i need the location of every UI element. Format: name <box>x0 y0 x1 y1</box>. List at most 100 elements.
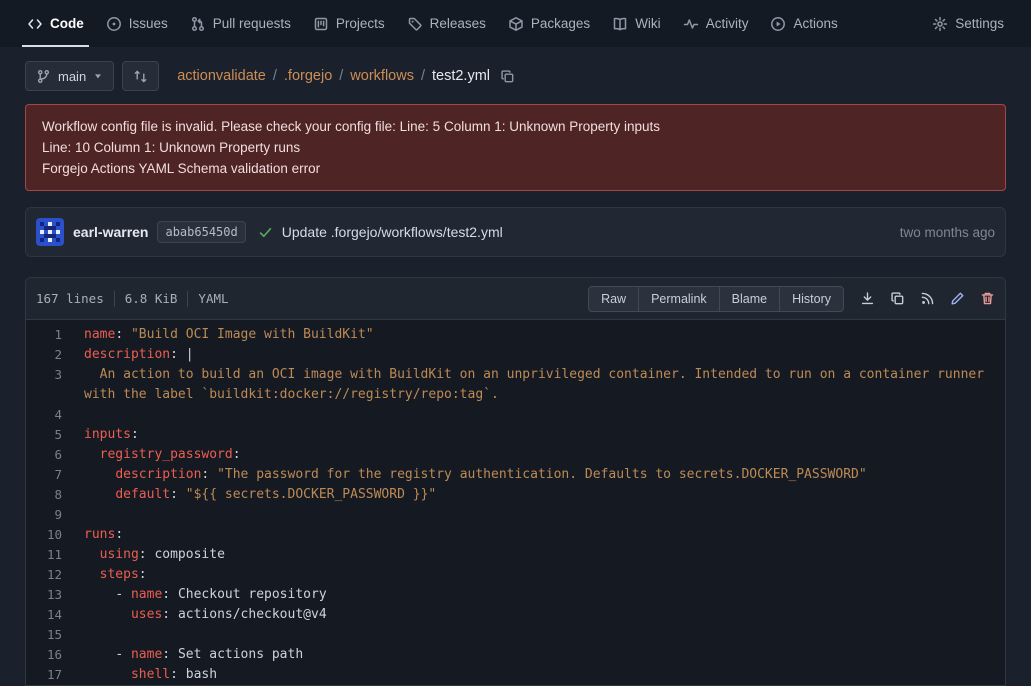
view-button-permalink[interactable]: Permalink <box>638 286 720 312</box>
code-line-content: - name: Checkout repository <box>84 585 1005 605</box>
tab-label: Actions <box>793 16 837 31</box>
commit-time: two months ago <box>900 225 995 240</box>
file-size: 6.8 KiB <box>125 291 178 306</box>
tab-label: Code <box>50 16 84 31</box>
code-line-content: inputs: <box>84 425 1005 445</box>
code-line-content: shell: bash <box>84 665 1005 685</box>
breadcrumb-separator: / <box>339 68 343 84</box>
divider <box>114 291 115 307</box>
tab-label: Pull requests <box>213 16 291 31</box>
download-icon[interactable] <box>860 291 875 306</box>
branch-selector[interactable]: main <box>25 61 114 91</box>
tab-code[interactable]: Code <box>16 0 95 47</box>
commit-message[interactable]: Update .forgejo/workflows/test2.yml <box>282 224 503 240</box>
code-line: 5inputs: <box>26 425 1005 445</box>
line-number[interactable]: 17 <box>26 665 84 685</box>
line-number[interactable]: 10 <box>26 525 84 545</box>
rss-icon[interactable] <box>920 291 935 306</box>
line-number[interactable]: 13 <box>26 585 84 605</box>
code-line-content: using: composite <box>84 545 1005 565</box>
code-line-content <box>84 625 1005 645</box>
delete-icon[interactable] <box>980 291 995 306</box>
tab-projects[interactable]: Projects <box>302 0 396 47</box>
copy-path-icon[interactable] <box>500 69 515 84</box>
tab-settings[interactable]: Settings <box>921 0 1015 47</box>
tab-issues[interactable]: Issues <box>95 0 179 47</box>
file-toolbar: main actionvalidate/.forgejo/workflows/t… <box>25 61 1006 91</box>
gear-icon <box>932 16 948 32</box>
tab-label: Packages <box>531 16 590 31</box>
view-button-raw[interactable]: Raw <box>588 286 639 312</box>
compare-button[interactable] <box>122 61 159 91</box>
line-number[interactable]: 14 <box>26 605 84 625</box>
code-line-content: default: "${{ secrets.DOCKER_PASSWORD }}… <box>84 485 1005 505</box>
code-line-content: An action to build an OCI image with Bui… <box>84 365 1005 405</box>
avatar[interactable] <box>36 218 64 246</box>
view-button-blame[interactable]: Blame <box>719 286 780 312</box>
breadcrumb: actionvalidate/.forgejo/workflows/test2.… <box>177 68 515 84</box>
package-icon <box>508 16 524 32</box>
code-line: 9 <box>26 505 1005 525</box>
line-number[interactable]: 9 <box>26 505 84 525</box>
file-actions: RawPermalinkBlameHistory <box>588 286 995 312</box>
error-banner-line: Line: 10 Column 1: Unknown Property runs <box>42 137 989 158</box>
code-line: 16 - name: Set actions path <box>26 645 1005 665</box>
file-lines-count: 167 lines <box>36 291 104 306</box>
code-line: 8 default: "${{ secrets.DOCKER_PASSWORD … <box>26 485 1005 505</box>
compare-icon <box>133 69 148 84</box>
book-icon <box>612 16 628 32</box>
code-line: 4 <box>26 405 1005 425</box>
divider <box>187 291 188 307</box>
file-action-icons <box>860 291 995 306</box>
commit-sha-badge[interactable]: abab65450d <box>157 221 245 243</box>
tab-label: Issues <box>129 16 168 31</box>
edit-icon[interactable] <box>950 291 965 306</box>
code-line: 10runs: <box>26 525 1005 545</box>
tab-activity[interactable]: Activity <box>672 0 760 47</box>
tag-icon <box>407 16 423 32</box>
code-view: 1name: "Build OCI Image with BuildKit"2d… <box>26 320 1005 685</box>
line-number[interactable]: 2 <box>26 345 84 365</box>
commit-status-check-icon[interactable] <box>258 225 273 240</box>
code-line-content: steps: <box>84 565 1005 585</box>
breadcrumb-dir-link[interactable]: workflows <box>350 68 414 84</box>
tab-label: Releases <box>430 16 486 31</box>
repo-tabs: Code Issues Pull requests Projects Releases P… <box>16 0 849 47</box>
code-line-content: description: | <box>84 345 1005 365</box>
pulse-icon <box>683 16 699 32</box>
tab-wiki[interactable]: Wiki <box>601 0 672 47</box>
code-line: 2description: | <box>26 345 1005 365</box>
file-view: 167 lines 6.8 KiB YAML RawPermalinkBlame… <box>25 277 1006 686</box>
line-number[interactable]: 8 <box>26 485 84 505</box>
latest-commit-bar: earl-warren abab65450d Update .forgejo/w… <box>25 207 1006 257</box>
view-button-group: RawPermalinkBlameHistory <box>588 286 844 312</box>
breadcrumb-repo-link[interactable]: actionvalidate <box>177 68 266 84</box>
code-line-content: name: "Build OCI Image with BuildKit" <box>84 325 1005 345</box>
line-number[interactable]: 15 <box>26 625 84 645</box>
pull-request-icon <box>190 16 206 32</box>
code-line: 6 registry_password: <box>26 445 1005 465</box>
error-banner: Workflow config file is invalid. Please … <box>25 104 1006 191</box>
code-line: 3 An action to build an OCI image with B… <box>26 365 1005 405</box>
view-button-history[interactable]: History <box>779 286 844 312</box>
breadcrumb-dir-link[interactable]: .forgejo <box>284 68 332 84</box>
code-line: 12 steps: <box>26 565 1005 585</box>
line-number[interactable]: 6 <box>26 445 84 465</box>
tab-pull-requests[interactable]: Pull requests <box>179 0 302 47</box>
tab-actions[interactable]: Actions <box>759 0 848 47</box>
line-number[interactable]: 1 <box>26 325 84 345</box>
commit-author[interactable]: earl-warren <box>73 224 148 240</box>
line-number[interactable]: 3 <box>26 365 84 405</box>
line-number[interactable]: 12 <box>26 565 84 585</box>
copy-content-icon[interactable] <box>890 291 905 306</box>
line-number[interactable]: 16 <box>26 645 84 665</box>
line-number[interactable]: 5 <box>26 425 84 445</box>
line-number[interactable]: 4 <box>26 405 84 425</box>
tab-packages[interactable]: Packages <box>497 0 601 47</box>
branch-name: main <box>58 69 86 84</box>
line-number[interactable]: 11 <box>26 545 84 565</box>
chevron-down-icon <box>93 71 103 81</box>
code-line-content: - name: Set actions path <box>84 645 1005 665</box>
line-number[interactable]: 7 <box>26 465 84 485</box>
tab-releases[interactable]: Releases <box>396 0 497 47</box>
